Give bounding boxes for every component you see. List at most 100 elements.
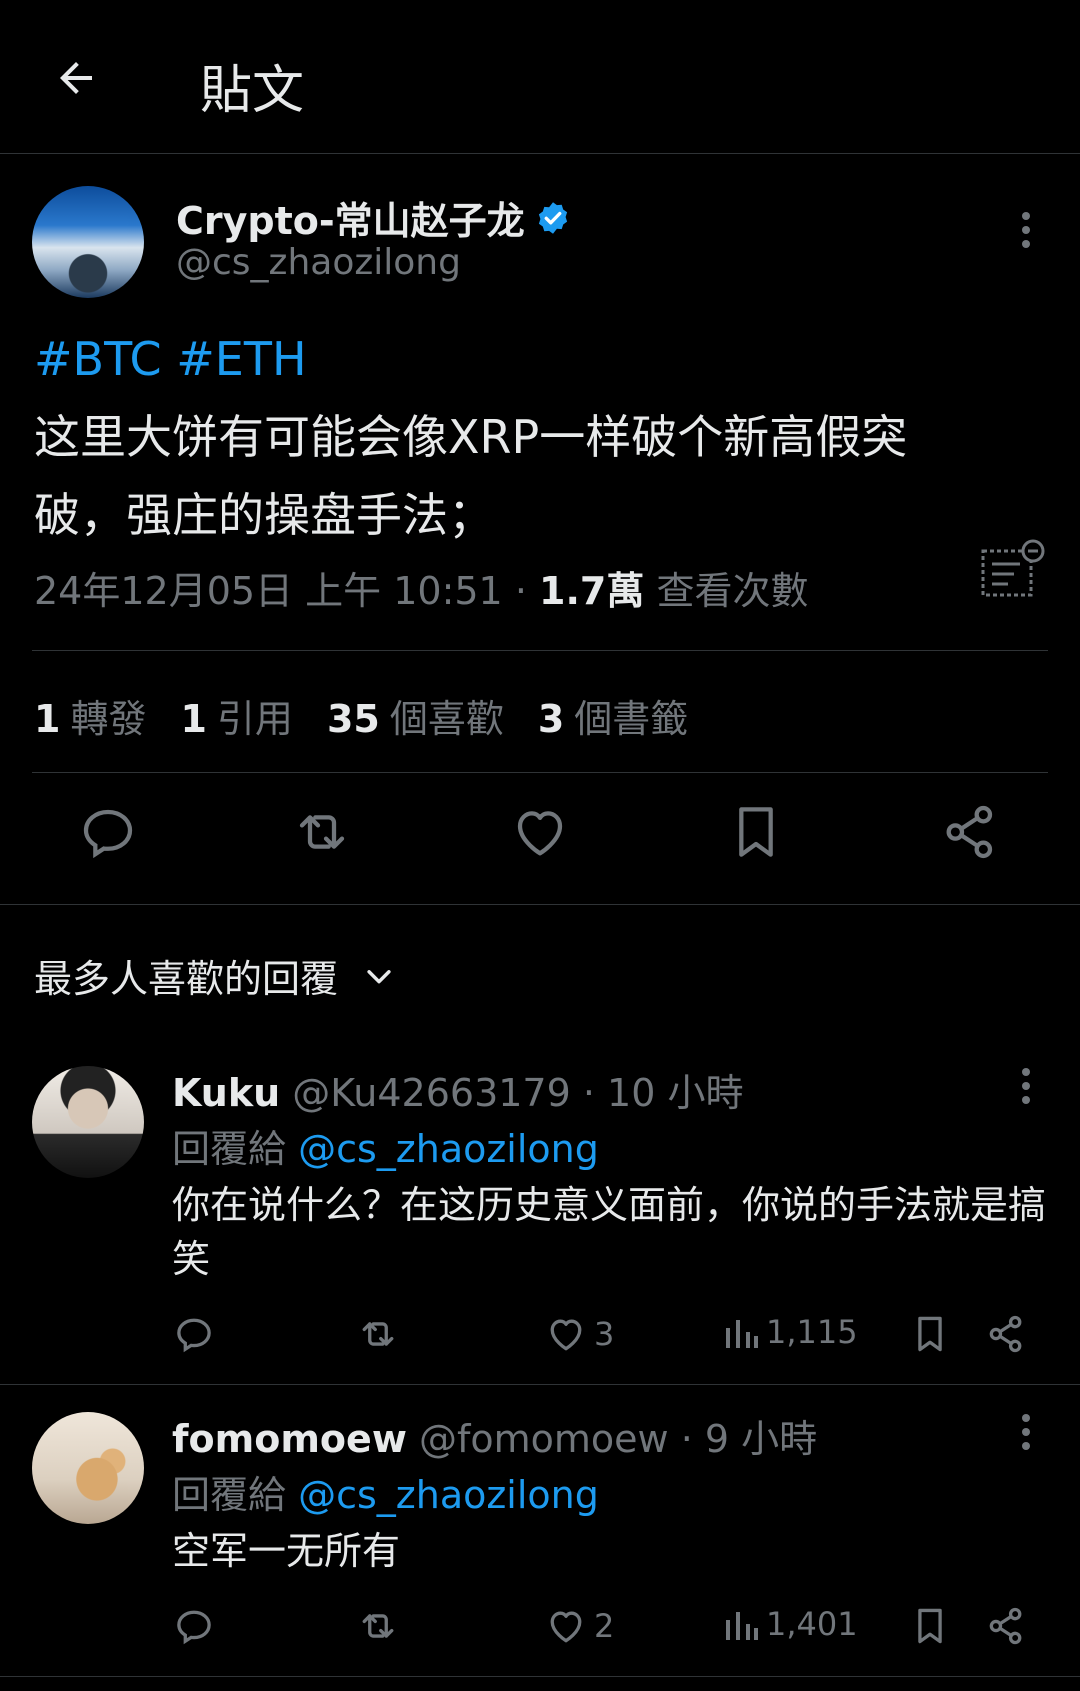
reply-author-name[interactable]: fomomoew	[172, 1417, 407, 1461]
hashtag-eth[interactable]: #ETH	[176, 332, 306, 386]
more-button[interactable]	[1006, 200, 1046, 260]
views-count: 1.7萬	[539, 569, 645, 613]
bookmarks-stat[interactable]: 3 個書籤	[538, 688, 688, 743]
reply-to-label: 回覆給	[172, 1127, 287, 1171]
analytics-icon	[981, 539, 1045, 597]
author-handle[interactable]: @cs_zhaozilong	[176, 242, 461, 283]
tweet-meta: 24年12月05日 上午 10:51 · 1.7萬 查看次數	[34, 560, 808, 615]
author-name[interactable]: Crypto-常山赵子龙	[176, 190, 525, 245]
author-name-row[interactable]: Crypto-常山赵子龙	[176, 190, 571, 245]
bookmark-icon	[918, 1316, 942, 1352]
views-icon	[726, 1320, 758, 1348]
bookmark-button[interactable]	[908, 1312, 952, 1356]
quotes-stat[interactable]: 1 引用	[180, 688, 292, 743]
back-arrow-icon	[60, 62, 92, 94]
repost-button[interactable]	[290, 800, 354, 864]
replies-sort-label: 最多人喜歡的回覆	[34, 957, 339, 1001]
like-button[interactable]: 3	[544, 1312, 614, 1356]
like-icon	[550, 1611, 582, 1643]
share-icon	[989, 1607, 1022, 1645]
reply-action-bar: 3 1,115	[0, 1312, 1080, 1362]
repost-button[interactable]	[356, 1604, 400, 1648]
reply-to-line: 回覆給 @cs_zhaozilong	[172, 1118, 599, 1173]
views-count: 1,115	[766, 1313, 858, 1351]
views-button[interactable]: 1,115	[724, 1312, 858, 1352]
divider	[0, 1676, 1080, 1677]
bookmark-icon	[739, 807, 773, 857]
like-count: 2	[594, 1607, 615, 1645]
divider	[32, 772, 1048, 773]
verified-badge-icon	[538, 201, 567, 234]
views-count: 1,401	[766, 1605, 858, 1643]
divider	[0, 1384, 1080, 1385]
more-icon	[1022, 1068, 1030, 1104]
reply-author-name[interactable]: Kuku	[172, 1071, 280, 1115]
like-count: 3	[594, 1315, 615, 1353]
divider	[32, 650, 1048, 651]
reply-button[interactable]	[172, 1604, 216, 1648]
likes-stat[interactable]: 35 個喜歡	[327, 688, 504, 743]
reply-action-bar: 2 1,401	[0, 1604, 1080, 1654]
repost-icon	[299, 815, 345, 849]
reply-time: · 10 小時	[582, 1071, 744, 1115]
tweet-action-bar	[0, 800, 1080, 880]
reply-icon	[177, 1610, 211, 1645]
more-button[interactable]	[1006, 1056, 1046, 1116]
reply-author-handle[interactable]: @fomomoew	[419, 1417, 669, 1461]
repost-icon	[362, 1614, 394, 1638]
engagement-stats: 1 轉發 1 引用 35 個喜歡 3 個書籤	[34, 688, 688, 743]
page-title: 貼文	[200, 61, 305, 121]
tweet-text: #BTC #ETH 这里大饼有可能会像XRP一样破个新高假突 破，强庄的操盘手法…	[34, 320, 1044, 554]
reply-icon	[177, 1318, 211, 1353]
divider	[0, 904, 1080, 905]
share-button[interactable]	[984, 1312, 1028, 1356]
reply-time: · 9 小時	[680, 1417, 818, 1461]
repost-button[interactable]	[356, 1312, 400, 1356]
author-avatar[interactable]	[32, 186, 144, 298]
reply-button[interactable]	[172, 1312, 216, 1356]
reply-to-label: 回覆給	[172, 1473, 287, 1517]
more-button[interactable]	[1006, 1402, 1046, 1462]
more-icon	[1022, 1414, 1030, 1450]
top-bar: 貼文	[0, 0, 1080, 154]
reply-header: Kuku @Ku42663179 · 10 小時	[172, 1062, 743, 1117]
like-icon	[550, 1319, 582, 1351]
timestamp[interactable]: 24年12月05日 上午 10:51	[34, 569, 503, 613]
share-icon	[946, 805, 993, 859]
reposts-stat[interactable]: 1 轉發	[34, 688, 146, 743]
bookmark-button[interactable]	[908, 1604, 952, 1648]
avatar[interactable]	[32, 1066, 144, 1178]
hashtag-btc[interactable]: #BTC	[34, 332, 162, 386]
reply-author-handle[interactable]: @Ku42663179	[292, 1071, 571, 1115]
reply-to-mention[interactable]: @cs_zhaozilong	[298, 1473, 599, 1517]
tweet-text-line-2: 破，强庄的操盘手法；	[34, 488, 494, 542]
like-icon	[517, 811, 563, 856]
views-label: 查看次數	[656, 569, 809, 613]
hashtags-line: #BTC #ETH	[34, 320, 1044, 398]
avatar[interactable]	[32, 1412, 144, 1524]
repost-icon	[362, 1322, 394, 1346]
reply-text: 你在说什么？在这历史意义面前，你说的手法就是搞笑	[172, 1183, 1047, 1281]
like-button[interactable]	[508, 800, 572, 864]
share-button[interactable]	[984, 1604, 1028, 1648]
reply-icon	[83, 809, 133, 859]
back-button[interactable]	[44, 46, 108, 110]
share-icon	[989, 1315, 1022, 1353]
bookmark-icon	[918, 1608, 942, 1644]
replies-sort-dropdown[interactable]: 最多人喜歡的回覆	[34, 948, 396, 1003]
analytics-button[interactable]	[980, 538, 1046, 604]
views-icon	[726, 1612, 758, 1640]
more-icon	[1022, 212, 1030, 248]
reply-to-mention[interactable]: @cs_zhaozilong	[298, 1127, 599, 1171]
reply-button[interactable]	[76, 800, 140, 864]
share-button[interactable]	[938, 800, 1002, 864]
reply-to-line: 回覆給 @cs_zhaozilong	[172, 1464, 599, 1519]
like-button[interactable]: 2	[544, 1604, 614, 1648]
chevron-down-icon	[367, 969, 391, 983]
bookmark-button[interactable]	[724, 800, 788, 864]
reply-text: 空军一无所有	[172, 1529, 401, 1573]
meta-separator: ·	[514, 569, 527, 613]
views-button[interactable]: 1,401	[724, 1604, 858, 1644]
tweet-text-line-1: 这里大饼有可能会像XRP一样破个新高假突	[34, 410, 908, 464]
reply-header: fomomoew @fomomoew · 9 小時	[172, 1408, 817, 1463]
